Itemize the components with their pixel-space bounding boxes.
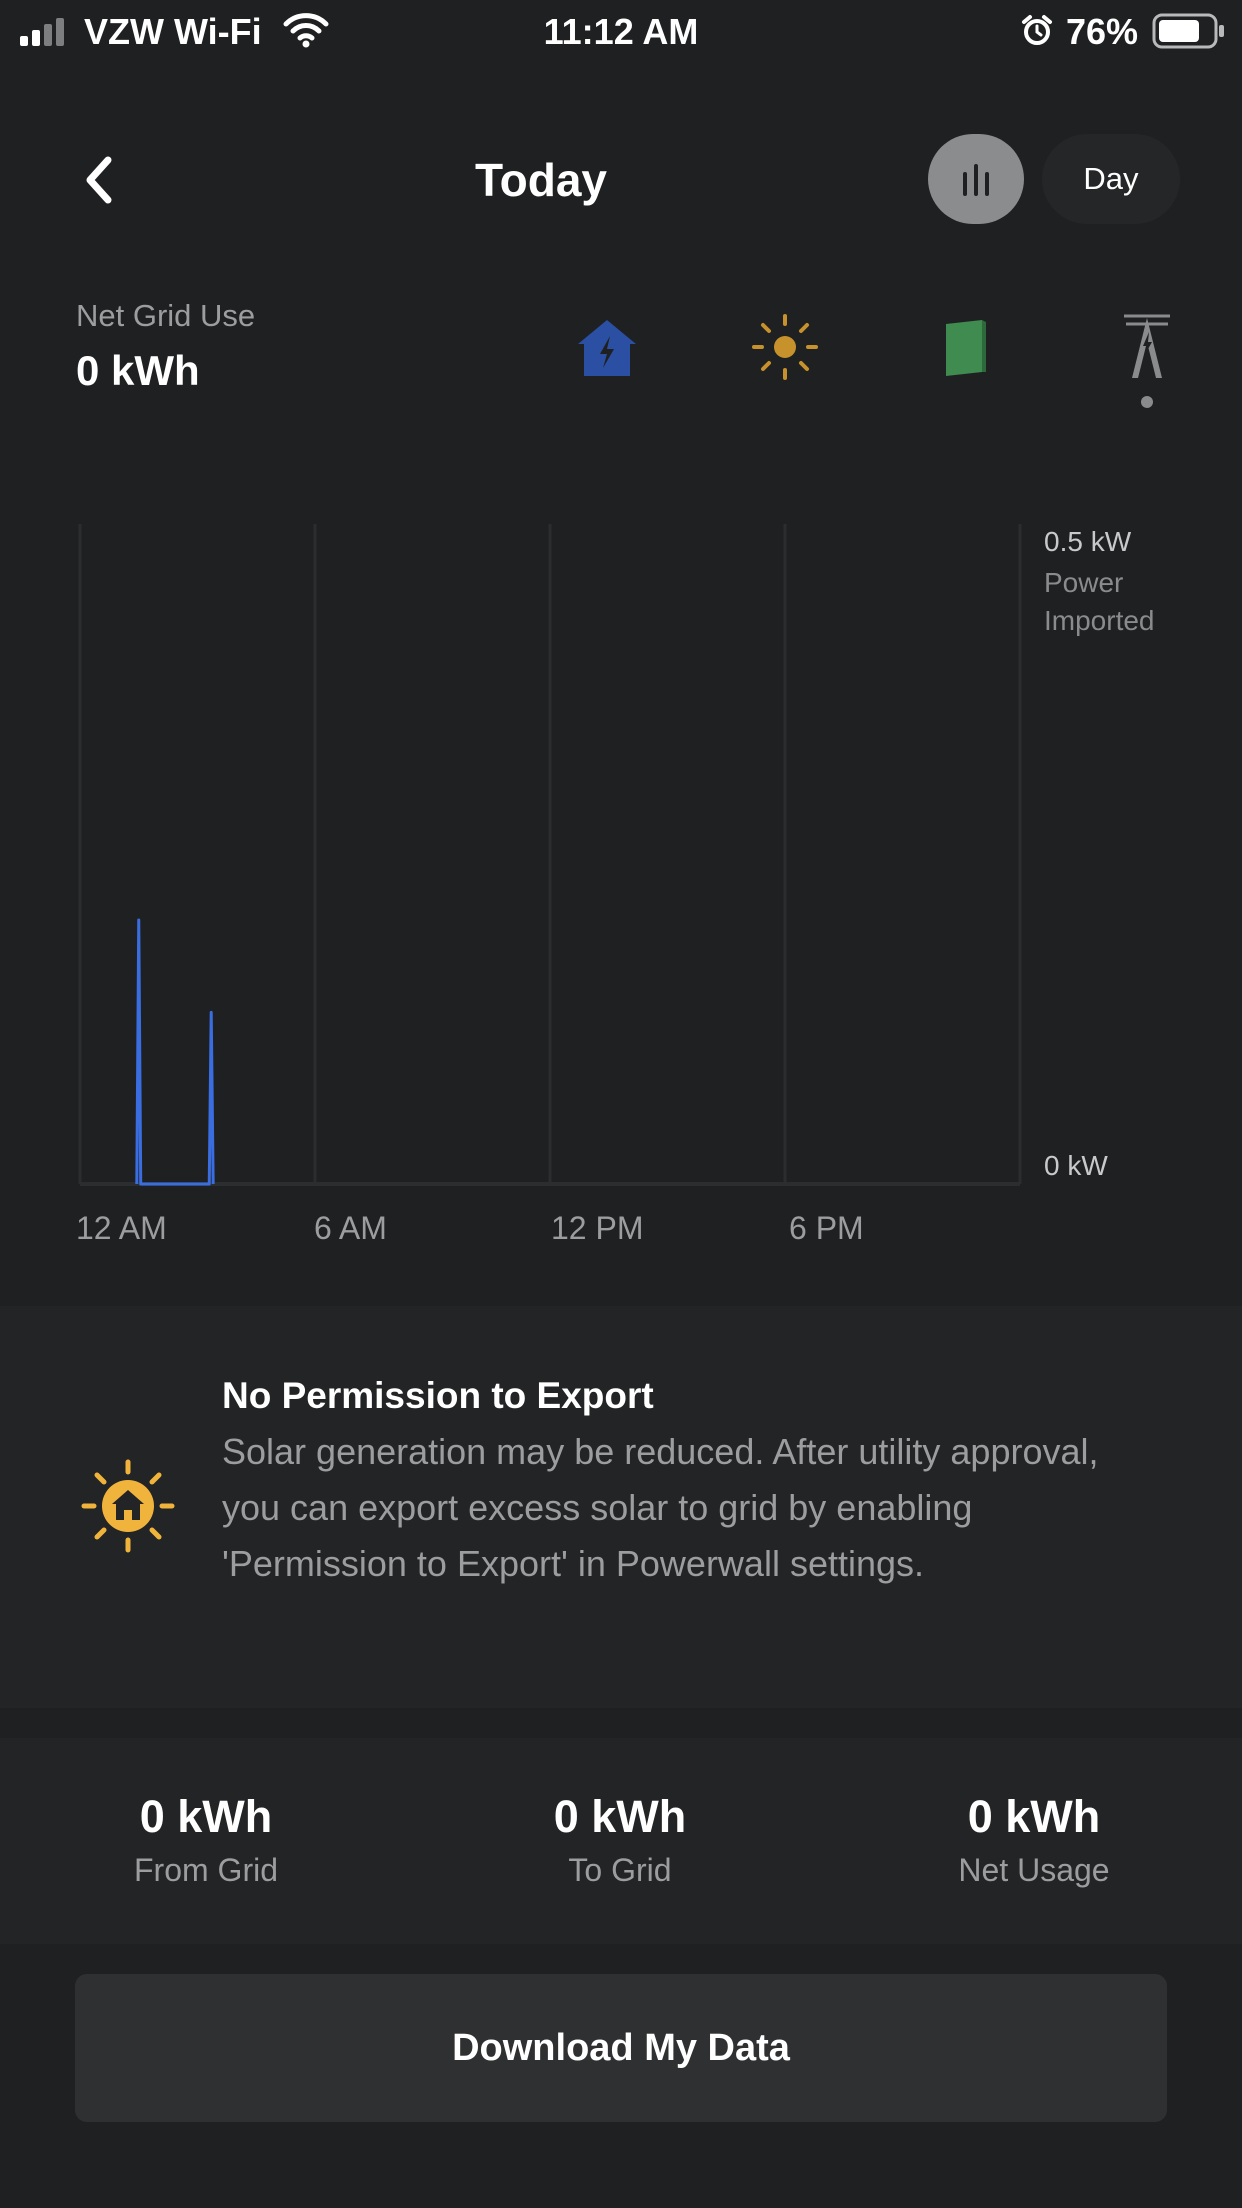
selected-indicator-dot <box>1141 396 1153 408</box>
x-tick-label: 6 PM <box>789 1210 864 1246</box>
stat-label: Net Usage <box>958 1852 1110 1888</box>
y-axis-min-label: 0 kW <box>1044 1150 1108 1181</box>
stat-value: 0 kWh <box>139 1791 273 1842</box>
period-selector-button[interactable]: Day <box>1042 134 1180 224</box>
notice-title: No Permission to Export <box>222 1375 654 1416</box>
solar-home-icon <box>81 1459 175 1553</box>
battery-icon <box>1152 13 1224 49</box>
y-axis-title: Power Imported <box>1044 567 1155 636</box>
stat-from-grid: 0 kWh From Grid <box>56 1788 356 1892</box>
bar-chart-icon <box>963 164 989 196</box>
clock-time: 11:12 AM <box>543 11 699 52</box>
stat-label: From Grid <box>134 1852 278 1888</box>
chart-view-toggle[interactable] <box>928 134 1024 224</box>
battery-percent: 76% <box>1066 11 1139 52</box>
stat-net-usage: 0 kWh Net Usage <box>884 1788 1184 1892</box>
x-tick-label: 12 PM <box>551 1210 644 1246</box>
sun-icon[interactable] <box>750 312 820 382</box>
download-data-button[interactable]: Download My Data <box>75 1974 1167 2122</box>
grid-tower-icon[interactable] <box>1112 312 1182 382</box>
net-grid-use-value: 0 kWh <box>76 347 200 394</box>
notice-body: Solar generation may be reduced. After u… <box>222 1431 1099 1584</box>
power-imported-series-line <box>135 918 215 1186</box>
powerwall-icon[interactable] <box>930 312 1000 382</box>
stat-label: To Grid <box>568 1852 672 1888</box>
home-icon[interactable] <box>572 312 642 382</box>
stat-to-grid: 0 kWh To Grid <box>470 1788 770 1892</box>
y-axis-max-label: 0.5 kW <box>1044 526 1132 557</box>
status-bar: VZW Wi-Fi 11:12 AM 76% <box>0 0 1242 64</box>
x-tick-label: 12 AM <box>76 1210 167 1246</box>
page-title: Today <box>474 154 608 206</box>
net-grid-use-label: Net Grid Use <box>76 298 256 333</box>
stat-value: 0 kWh <box>967 1791 1101 1842</box>
alarm-icon <box>1022 15 1052 45</box>
x-tick-label: 6 AM <box>314 1210 387 1246</box>
stat-value: 0 kWh <box>553 1791 687 1842</box>
